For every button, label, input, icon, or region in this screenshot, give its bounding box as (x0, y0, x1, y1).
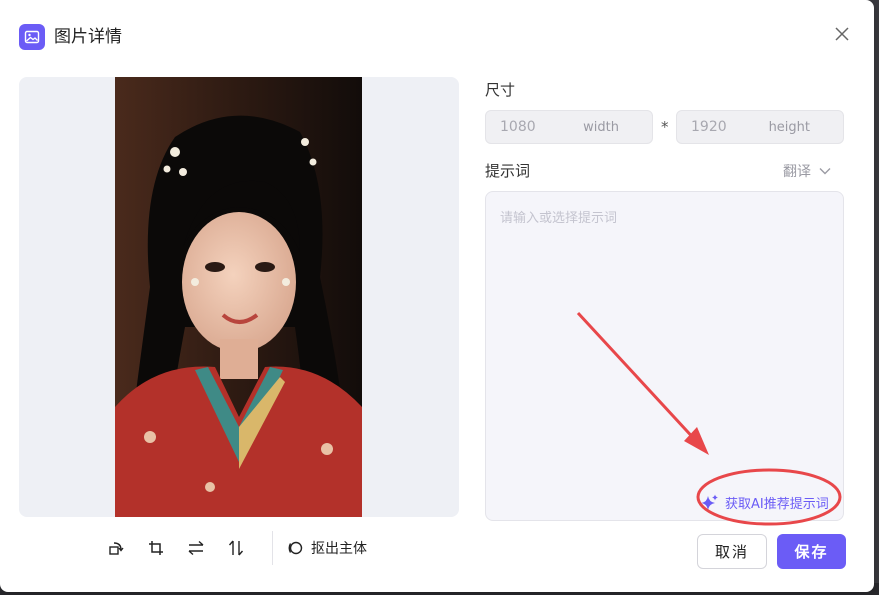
flip-horizontal-icon (188, 540, 204, 556)
prompt-box (485, 191, 844, 521)
height-unit: height (768, 119, 810, 135)
flip-horizontal-button[interactable] (176, 533, 216, 563)
image-toolbar: 抠出主体 (96, 531, 367, 565)
size-label: 尺寸 (485, 81, 516, 99)
width-unit: width (583, 119, 619, 135)
extract-subject-button[interactable]: 抠出主体 (287, 538, 367, 558)
translate-dropdown[interactable]: 翻译 (783, 161, 831, 181)
crop-button[interactable] (136, 533, 176, 563)
prompt-input[interactable] (486, 192, 843, 520)
chevron-down-icon (819, 168, 831, 175)
extract-subject-icon (288, 541, 303, 555)
ai-recommend-label: 获取AI推荐提示词 (725, 497, 829, 512)
flip-vertical-icon (228, 540, 244, 556)
preview-photo (115, 77, 362, 517)
close-icon (835, 27, 849, 41)
translate-label: 翻译 (783, 164, 811, 180)
height-value: 1920 (691, 119, 727, 135)
rotate-icon (109, 542, 124, 555)
size-separator: * (661, 118, 669, 136)
prompt-label: 提示词 (485, 162, 531, 180)
rotate-button[interactable] (96, 533, 136, 563)
toolbar-divider (272, 531, 273, 565)
ai-recommend-prompt-button[interactable]: 获取AI推荐提示词 (701, 493, 829, 512)
width-input[interactable]: 1080 width (485, 110, 653, 144)
image-preview (19, 77, 459, 517)
dialog-title: 图片详情 (54, 27, 122, 47)
height-input[interactable]: 1920 height (676, 110, 844, 144)
save-button[interactable]: 保存 (777, 534, 846, 569)
extract-subject-label: 抠出主体 (311, 541, 367, 557)
sparkle-icon (701, 494, 718, 510)
cancel-button[interactable]: 取消 (697, 534, 767, 569)
close-button[interactable] (830, 22, 854, 46)
width-value: 1080 (500, 119, 536, 135)
flip-vertical-button[interactable] (216, 533, 256, 563)
crop-icon (149, 541, 163, 555)
image-details-dialog: 图片详情 抠出主体 尺寸 1080 width * 1920 height 提示… (0, 0, 874, 592)
image-icon (19, 24, 45, 50)
